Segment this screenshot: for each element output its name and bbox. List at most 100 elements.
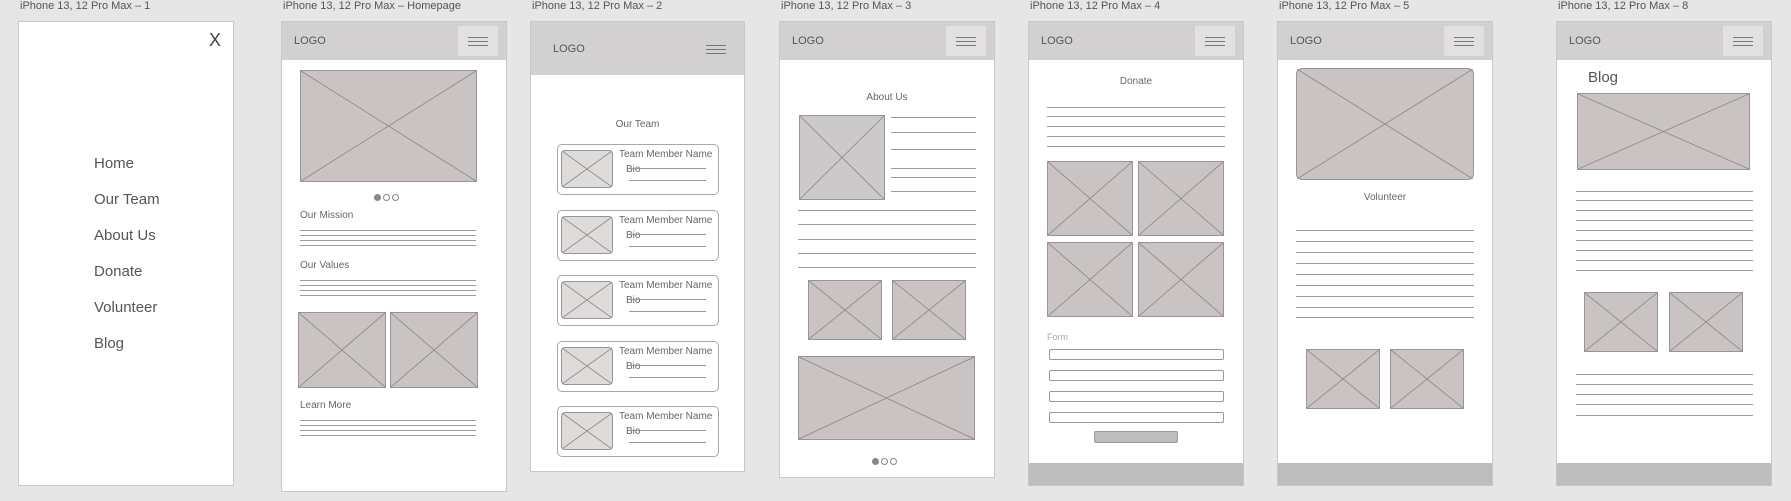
form-input[interactable] (1049, 412, 1224, 423)
member-name: Team Member Name (619, 280, 713, 291)
text-placeholder-lines (300, 420, 476, 436)
section-heading-learn-more[interactable]: Learn More (300, 400, 351, 411)
page-title: Blog (1588, 69, 1619, 86)
logo[interactable]: LOGO (1569, 35, 1601, 47)
member-name: Team Member Name (619, 149, 713, 160)
hero-image-placeholder (1577, 93, 1750, 170)
frame-title: iPhone 13, 12 Pro Max – 1 (20, 0, 151, 12)
member-photo-placeholder (561, 412, 613, 450)
frame-about-us: LOGO About Us (779, 21, 995, 478)
image-placeholder (1390, 349, 1464, 409)
section-heading-mission: Our Mission (300, 210, 354, 221)
image-placeholder (1047, 161, 1133, 236)
text-placeholder-lines (300, 230, 476, 246)
hamburger-menu-icon[interactable] (696, 34, 736, 64)
nav-item-home[interactable]: Home (94, 155, 134, 172)
frame-blog: LOGO Blog (1556, 21, 1772, 486)
text-placeholder-lines (1576, 374, 1753, 416)
member-photo-placeholder (561, 216, 613, 254)
form-input[interactable] (1049, 370, 1224, 381)
form-input[interactable] (1049, 349, 1224, 360)
logo[interactable]: LOGO (294, 35, 326, 47)
image-placeholder (298, 312, 386, 388)
close-icon[interactable]: X (209, 30, 221, 51)
page-title: About Us (866, 92, 908, 103)
image-placeholder (1138, 242, 1224, 317)
frame-donate: LOGO Donate Form (1028, 21, 1244, 486)
member-photo-placeholder (561, 347, 613, 385)
section-heading-values: Our Values (300, 260, 350, 271)
header: LOGO (1029, 22, 1243, 60)
text-placeholder-lines (1296, 230, 1474, 318)
member-bio-label: Bio (626, 164, 641, 175)
image-placeholder (390, 312, 478, 388)
nav-item-about-us[interactable]: About Us (94, 227, 156, 244)
nav-item-blog[interactable]: Blog (94, 335, 124, 352)
frame-title: iPhone 13, 12 Pro Max – 5 (1279, 0, 1410, 12)
hamburger-menu-icon[interactable] (1444, 26, 1484, 56)
nav-item-volunteer[interactable]: Volunteer (94, 299, 157, 316)
text-placeholder-lines (798, 210, 976, 268)
image-placeholder (1138, 161, 1224, 236)
image-placeholder (1047, 242, 1133, 317)
team-member-card[interactable]: Team Member Name Bio (557, 144, 719, 195)
member-bio-label: Bio (626, 230, 641, 241)
member-bio-label: Bio (626, 295, 641, 306)
image-placeholder (1584, 292, 1658, 352)
frame-volunteer: LOGO Volunteer (1277, 21, 1493, 486)
carousel-dots[interactable] (374, 188, 401, 206)
hamburger-menu-icon[interactable] (458, 26, 498, 56)
frame-homepage: LOGO Our Mission Our Values Learn More (281, 21, 507, 492)
frame-title: iPhone 13, 12 Pro Max – 2 (532, 0, 663, 12)
page-title: Our Team (615, 119, 660, 130)
member-photo-placeholder (561, 281, 613, 319)
page-title: Donate (1119, 76, 1153, 87)
footer (1278, 463, 1492, 485)
footer (1557, 463, 1771, 485)
hamburger-menu-icon[interactable] (946, 26, 986, 56)
image-placeholder (1669, 292, 1743, 352)
logo[interactable]: LOGO (792, 35, 824, 47)
form-input[interactable] (1049, 391, 1224, 402)
image-placeholder (892, 280, 966, 340)
text-placeholder-lines (891, 117, 976, 192)
member-bio-label: Bio (626, 361, 641, 372)
team-member-card[interactable]: Team Member Name Bio (557, 275, 719, 326)
frame-title: iPhone 13, 12 Pro Max – Homepage (283, 0, 461, 12)
text-placeholder-lines (1576, 191, 1753, 277)
image-placeholder (798, 356, 975, 440)
hamburger-menu-icon[interactable] (1723, 26, 1763, 56)
frame-title: iPhone 13, 12 Pro Max – 3 (781, 0, 912, 12)
form-label: Form (1047, 332, 1068, 342)
logo[interactable]: LOGO (1290, 35, 1322, 47)
header: LOGO (1557, 22, 1771, 60)
header: LOGO (531, 22, 744, 75)
hero-image-placeholder (300, 70, 477, 182)
member-bio-label: Bio (626, 426, 641, 437)
hamburger-menu-icon[interactable] (1195, 26, 1235, 56)
header: LOGO (282, 22, 506, 60)
image-placeholder (808, 280, 882, 340)
logo[interactable]: LOGO (1041, 35, 1073, 47)
page-title: Volunteer (1363, 192, 1407, 203)
member-photo-placeholder (561, 150, 613, 188)
text-placeholder-lines (300, 280, 476, 296)
carousel-dots[interactable] (872, 452, 899, 470)
logo[interactable]: LOGO (553, 43, 585, 55)
team-member-card[interactable]: Team Member Name Bio (557, 406, 719, 457)
nav-item-our-team[interactable]: Our Team (94, 191, 160, 208)
image-placeholder (799, 115, 885, 200)
frame-title: iPhone 13, 12 Pro Max – 4 (1030, 0, 1161, 12)
frame-menu: X Home Our Team About Us Donate Voluntee… (18, 21, 234, 486)
member-name: Team Member Name (619, 346, 713, 357)
member-name: Team Member Name (619, 411, 713, 422)
team-member-card[interactable]: Team Member Name Bio (557, 210, 719, 261)
member-name: Team Member Name (619, 215, 713, 226)
frame-our-team: LOGO Our Team Team Member Name Bio Team … (530, 21, 745, 472)
footer (1029, 463, 1243, 485)
text-placeholder-lines (1047, 107, 1225, 147)
submit-button[interactable] (1094, 431, 1178, 443)
team-member-card[interactable]: Team Member Name Bio (557, 341, 719, 392)
frame-title: iPhone 13, 12 Pro Max – 8 (1558, 0, 1689, 12)
nav-item-donate[interactable]: Donate (94, 263, 142, 280)
